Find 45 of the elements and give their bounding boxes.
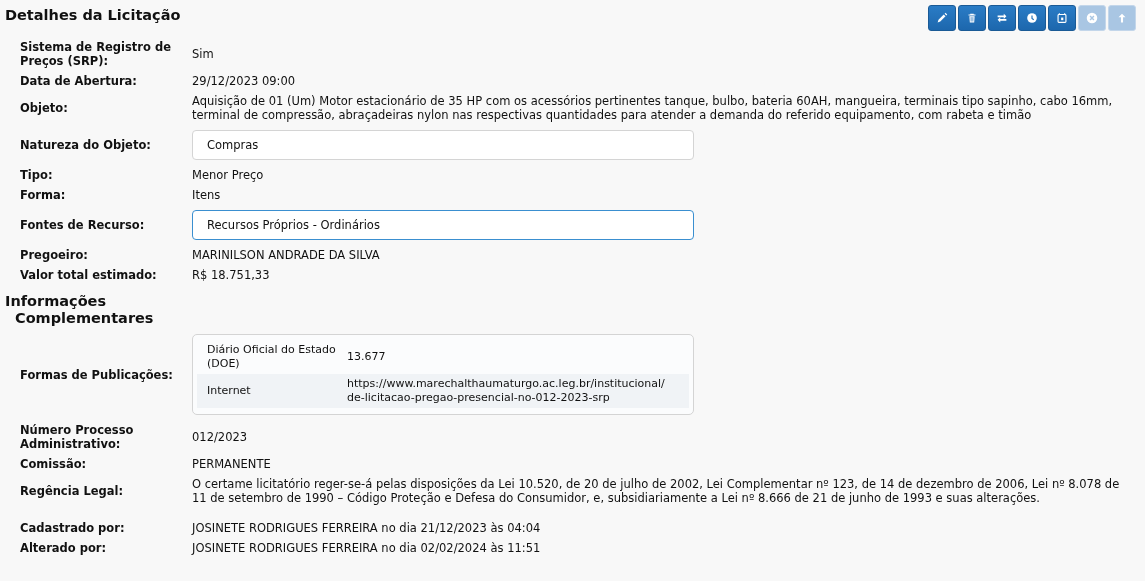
input-field[interactable]: Compras [192,130,694,160]
field-label: Formas de Publicações: [19,367,174,382]
field-value: JOSINETE RODRIGUES FERREIRA no dia 02/02/2024 às 11:51 [192,541,541,555]
field-label: Natureza do Objeto: [19,138,152,152]
field-value: PERMANENTE [192,457,271,471]
field-label: Comissão: [19,457,88,471]
calendar-button[interactable] [1048,5,1076,31]
history-button[interactable] [1018,5,1046,31]
field-value: MARINILSON ANDRADE DA SILVA [192,248,380,262]
field-label: Tipo: [19,168,54,182]
section-title: Informações Complementares [5,293,155,327]
field-label: Cadastrado por: [19,521,126,535]
field-label: Valor total estimado: [19,268,158,282]
field-label: Pregoeiro: [19,248,89,262]
field-label: Forma: [19,188,67,202]
page-title: Detalhes da Licitação [5,7,181,23]
field-label: Regência Legal: [19,484,125,498]
delete-button[interactable] [958,5,986,31]
field-label: Sistema de Registro de Preços (SRP): [19,40,172,68]
field-value: 29/12/2023 09:00 [192,74,296,88]
field-label: Fontes de Recurso: [19,218,146,232]
close-circle-icon [1085,11,1099,25]
edit-button[interactable] [928,5,956,31]
calendar-icon [1055,11,1069,25]
clock-icon [1025,11,1039,25]
table-cell-text: Diário Oficial do Estado (DOE) [206,343,337,371]
table-cell-text: https://www.marechalthaumaturgo.ac.leg.br/institucional/ de-licitacao-pregao-presencial-no-012-2023-srp [347,377,666,405]
table-cell-text: Internet [206,384,252,398]
pencil-icon [935,11,949,25]
input-field[interactable]: Recursos Próprios - Ordinários [192,210,694,240]
field-value: R$ 18.751,33 [192,268,270,282]
field-value: Aquisição de 01 (Um) Motor estacionário de 35 HP com os acessórios pertinentes tanque, bulbo, bateria 60AH, mangueira, terminais tipo sapinho, cabo 16mm, terminal de compressão, abraçadeiras nylon nas respectivas quantidades para atender a demanda do referido equipamento, com rabeta e timão [192,94,1113,122]
swap-button[interactable] [988,5,1016,31]
field-value: JOSINETE RODRIGUES FERREIRA no dia 21/12/2023 às 04:04 [192,521,541,535]
field-value: 012/2023 [192,430,248,444]
field-value: Sim [192,47,214,61]
field-value: Itens [192,188,221,202]
field-label: Data de Abertura: [19,74,138,88]
table-cell-text: 13.677 [347,350,387,364]
field-value: Menor Preço [192,168,264,182]
swap-arrows-icon [995,11,1009,25]
field-value: O certame licitatório reger-se-á pelas disposições da Lei 10.520, de 20 de julho de 2002, Lei Complementar nº 123, de 14 de dezembro de 2006, Lei nº 8.078 de 11 de setembro de 1990 – Código Proteção e Defesa do Consumidor, e, subsidiariamente a Lei nº 8.666 de 21 de junho de 1993 e suas alterações. [192,477,1120,505]
field-label: Objeto: [19,101,69,115]
field-label: Alterado por: [19,541,108,555]
field-label: Número Processo Administrativo: [19,423,135,451]
